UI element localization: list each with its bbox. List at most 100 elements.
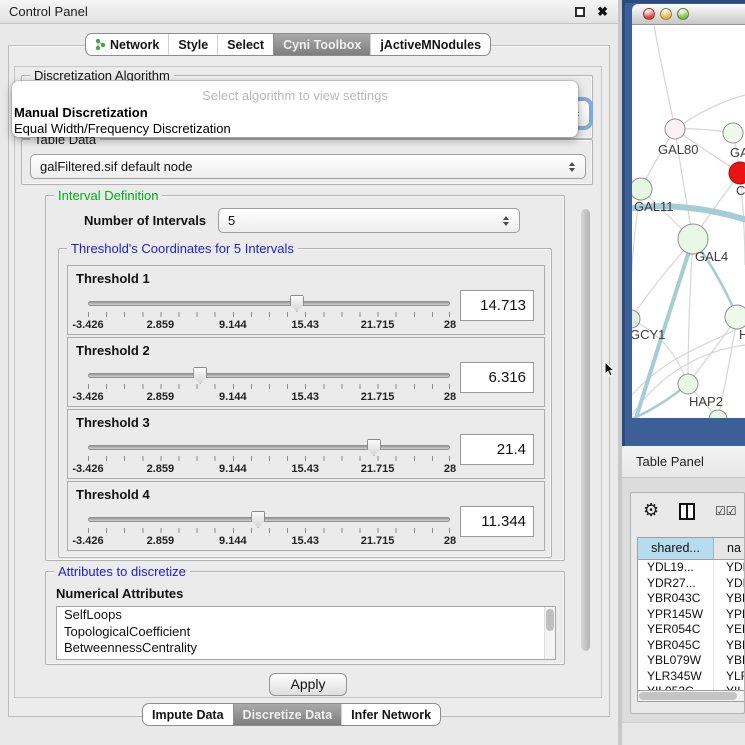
scrollbar-thumb[interactable] bbox=[639, 692, 737, 700]
threshold-slider[interactable]: -3.4262.8599.14415.4321.71528 bbox=[88, 438, 450, 476]
cell-shared-name: YLR345W bbox=[638, 669, 714, 685]
slider-handle[interactable] bbox=[251, 511, 265, 528]
slider-tick-labels: -3.4262.8599.14415.4321.71528 bbox=[88, 319, 450, 331]
cell-name: YER0 bbox=[714, 622, 745, 638]
mac-minimize-icon[interactable] bbox=[660, 8, 672, 20]
attribute-list-item[interactable]: BetweennessCentrality bbox=[57, 640, 555, 657]
threshold-label: Threshold 4 bbox=[76, 487, 150, 502]
tab-impute-data[interactable]: Impute Data bbox=[143, 704, 233, 725]
network-node[interactable] bbox=[723, 123, 743, 143]
threshold-value-field[interactable]: 11.344 bbox=[460, 506, 534, 537]
table-row[interactable]: YDR27...YDR2 bbox=[638, 576, 745, 592]
dropdown-item-equal-width-frequency[interactable]: Equal Width/Frequency Discretization bbox=[12, 121, 578, 137]
table-row[interactable]: YLR345WYLR3 bbox=[638, 669, 745, 685]
network-node[interactable] bbox=[678, 374, 698, 394]
tick-label: 28 bbox=[444, 463, 456, 475]
cell-name: YDL1 bbox=[714, 560, 745, 576]
tick-label: -3.426 bbox=[72, 319, 103, 331]
slider-track[interactable] bbox=[88, 373, 450, 378]
network-node-label: HAP2 bbox=[689, 394, 723, 409]
tab-cyni-toolbox[interactable]: Cyni Toolbox bbox=[273, 34, 370, 55]
mac-close-icon[interactable] bbox=[643, 8, 655, 20]
table-row[interactable]: YPR145WYPR1 bbox=[638, 607, 745, 623]
tick-label: 28 bbox=[444, 319, 456, 331]
network-node-label: H bbox=[739, 327, 745, 342]
table-row[interactable]: YER054CYER0 bbox=[638, 622, 745, 638]
node-table: shared... na YDL19...YDL1YDR27...YDR2YBR… bbox=[637, 537, 745, 691]
tab-network[interactable]: Network bbox=[86, 34, 168, 55]
network-edges bbox=[632, 25, 745, 418]
column-header-name[interactable]: na bbox=[714, 538, 745, 560]
network-node[interactable] bbox=[665, 119, 685, 139]
numerical-attributes-label: Numerical Attributes bbox=[56, 586, 183, 601]
slider-track[interactable] bbox=[88, 301, 450, 306]
threshold-value-field[interactable]: 14.713 bbox=[460, 290, 534, 321]
slider-handle[interactable] bbox=[290, 295, 304, 312]
threshold-label: Threshold 3 bbox=[76, 415, 150, 430]
control-panel: Control Panel ✖ Discretization Algorithm… bbox=[0, 0, 618, 745]
cell-name: YBR0 bbox=[714, 638, 745, 654]
network-node[interactable] bbox=[632, 178, 652, 200]
select-columns-icon[interactable]: ☑☑ bbox=[715, 504, 737, 518]
split-view-icon[interactable] bbox=[679, 503, 695, 520]
tick-label: 21.715 bbox=[361, 463, 395, 475]
tick-label: 28 bbox=[444, 391, 456, 403]
tick-label: 9.144 bbox=[219, 391, 247, 403]
slider-ticks bbox=[88, 384, 450, 389]
table-header-row: shared... na bbox=[638, 538, 745, 560]
tab-discretize-data[interactable]: Discretize Data bbox=[233, 704, 342, 725]
tick-label: 28 bbox=[444, 535, 456, 547]
threshold-slider[interactable]: -3.4262.8599.14415.4321.71528 bbox=[88, 294, 450, 332]
network-node[interactable] bbox=[632, 310, 640, 328]
table-row[interactable]: YBR045CYBR0 bbox=[638, 638, 745, 654]
float-window-icon[interactable] bbox=[575, 7, 585, 17]
close-icon[interactable]: ✖ bbox=[597, 4, 608, 20]
slider-tick-labels: -3.4262.8599.14415.4321.71528 bbox=[88, 391, 450, 403]
network-canvas[interactable]: GAL80GACGAL11GAL4GCY1HHAP2 bbox=[632, 25, 745, 418]
column-header-shared-name[interactable]: shared... bbox=[638, 538, 714, 560]
network-window-titlebar[interactable] bbox=[632, 4, 745, 25]
slider-track[interactable] bbox=[88, 517, 450, 522]
threshold-value-field[interactable]: 21.4 bbox=[460, 434, 534, 465]
attributes-list-scrollbar[interactable] bbox=[544, 607, 555, 659]
control-panel-title: Control Panel bbox=[9, 4, 88, 19]
number-of-intervals-combobox[interactable]: 5 bbox=[218, 208, 520, 233]
numerical-attributes-list[interactable]: SelfLoopsTopologicalCoefficientBetweenne… bbox=[56, 606, 556, 660]
control-panel-titlebar: Control Panel ✖ bbox=[0, 0, 618, 24]
apply-button[interactable]: Apply bbox=[269, 673, 347, 696]
mac-zoom-icon[interactable] bbox=[677, 8, 689, 20]
settings-vertical-scrollbar[interactable] bbox=[580, 201, 591, 661]
attribute-list-item[interactable]: TopologicalCoefficient bbox=[57, 624, 555, 641]
table-panel-title: Table Panel bbox=[636, 454, 704, 469]
tick-label: 2.859 bbox=[147, 463, 175, 475]
network-node[interactable] bbox=[725, 305, 745, 329]
table-row[interactable]: YBR043CYBR0 bbox=[638, 591, 745, 607]
scrollbar-thumb[interactable] bbox=[546, 609, 554, 631]
tab-infer-network[interactable]: Infer Network bbox=[341, 704, 440, 725]
tab-jactivemnodules[interactable]: jActiveMNodules bbox=[370, 34, 490, 55]
tab-select[interactable]: Select bbox=[217, 34, 273, 55]
slider-handle[interactable] bbox=[193, 367, 207, 384]
tab-label: Infer Network bbox=[351, 704, 431, 726]
scrollbar-thumb[interactable] bbox=[581, 209, 590, 651]
network-node-label: GAL80 bbox=[658, 142, 698, 157]
gear-icon[interactable]: ⚙ bbox=[643, 500, 659, 520]
dropdown-prompt-item[interactable]: Select algorithm to view settings bbox=[12, 89, 578, 105]
threshold-value-field[interactable]: 6.316 bbox=[460, 362, 534, 393]
threshold-slider[interactable]: -3.4262.8599.14415.4321.71528 bbox=[88, 366, 450, 404]
network-node-label: C bbox=[736, 183, 745, 198]
tab-style[interactable]: Style bbox=[168, 34, 217, 55]
table-row[interactable]: YBL079WYBL0 bbox=[638, 653, 745, 669]
table-horizontal-scrollbar[interactable] bbox=[637, 690, 745, 702]
slider-handle[interactable] bbox=[367, 439, 381, 456]
tick-label: 2.859 bbox=[147, 319, 175, 331]
threshold-slider[interactable]: -3.4262.8599.14415.4321.71528 bbox=[88, 510, 450, 548]
table-data-combobox[interactable]: galFiltered.sif default node bbox=[30, 154, 586, 179]
network-node[interactable] bbox=[729, 162, 745, 184]
slider-tick-labels: -3.4262.8599.14415.4321.71528 bbox=[88, 463, 450, 475]
slider-track[interactable] bbox=[88, 445, 450, 450]
cell-shared-name: YDR27... bbox=[638, 576, 714, 592]
table-row[interactable]: YDL19...YDL1 bbox=[638, 560, 745, 576]
attribute-list-item[interactable]: SelfLoops bbox=[57, 607, 555, 624]
dropdown-item-manual-discretization[interactable]: Manual Discretization bbox=[12, 105, 578, 121]
